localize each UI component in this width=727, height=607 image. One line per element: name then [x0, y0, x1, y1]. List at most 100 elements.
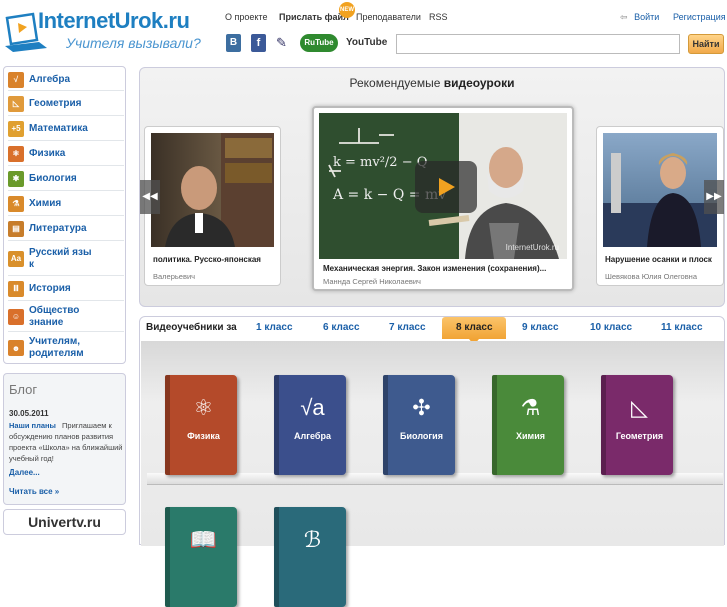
featured-title: Рекомендуемые видеоуроки: [140, 76, 724, 90]
search-input[interactable]: [396, 34, 680, 54]
sidebar-item-biology[interactable]: ✱ Биология: [8, 167, 124, 191]
book-label: Физика: [187, 431, 220, 441]
book-biology[interactable]: ✣ Биология: [383, 375, 455, 475]
video-card-title[interactable]: Нарушение осанки и плоск: [605, 255, 721, 264]
video-card-featured[interactable]: k = mv²/2 − Q A = k − Q = mv InternetUro…: [312, 106, 574, 291]
sidebar-item-label: Математика: [29, 122, 88, 134]
sidebar-item-social-studies[interactable]: ☺ Общество знание: [8, 302, 124, 332]
sqrt-icon: √a: [300, 395, 325, 420]
tab-grade-1[interactable]: 1 класс: [256, 322, 293, 333]
sidebar-item-label: Алгебра: [29, 73, 71, 85]
next-arrow-icon[interactable]: ▶▶: [704, 180, 724, 214]
sidebar-item-label: Биология: [29, 172, 77, 184]
sidebar-item-label: История: [29, 282, 71, 294]
flask-icon: ⚗: [520, 395, 541, 420]
book-algebra[interactable]: √a Алгебра: [274, 375, 346, 475]
sidebar-item-label: Физика: [29, 147, 66, 159]
book-chemistry[interactable]: ⚗ Химия: [492, 375, 564, 475]
bookshelf: ⚛ Физика √a Алгебра ✣ Биология ⚗ Химия ◺…: [141, 341, 724, 607]
blog-more-link[interactable]: Далее...: [9, 468, 40, 477]
book-literature[interactable]: 📖: [165, 507, 237, 607]
book-label: Химия: [516, 431, 545, 441]
people-icon: ☺: [8, 308, 24, 325]
featured-title-prefix: Рекомендуемые: [349, 76, 444, 90]
tab-grade-7[interactable]: 7 класс: [389, 322, 426, 333]
register-link[interactable]: Регистрация: [673, 12, 726, 22]
blog-read-all-link[interactable]: Читать все »: [9, 487, 59, 496]
sidebar-item-russian[interactable]: Aa Русский язы к: [8, 242, 124, 276]
book-russian[interactable]: ℬ: [274, 507, 346, 607]
sidebar-item-physics[interactable]: ⚛ Физика: [8, 142, 124, 166]
video-card[interactable]: политика. Русско-японская Валерьевич: [144, 126, 281, 286]
prev-arrow-icon[interactable]: ◀◀: [140, 180, 160, 214]
header: InternetUrok.ru Учителя вызывали? О прое…: [0, 0, 727, 62]
tab-grade-10[interactable]: 10 класс: [590, 322, 632, 333]
nav-about-link[interactable]: О проекте: [225, 12, 267, 22]
login-icon: ⇦: [620, 12, 628, 22]
plus-five-icon: +5: [8, 120, 24, 137]
columns-icon: Ⅲ: [8, 280, 24, 297]
atom-icon: ⚛: [193, 395, 214, 420]
sidebar-item-label: Химия: [29, 197, 62, 209]
new-badge: NEW: [339, 2, 355, 18]
sidebar-item-label: Геометрия: [29, 97, 82, 109]
sidebar-item-algebra[interactable]: √ Алгебра: [8, 69, 124, 91]
video-card-title[interactable]: политика. Русско-японская: [153, 255, 278, 264]
sidebar-item-label: Общество знание: [29, 304, 80, 328]
letters-icon: ℬ: [303, 527, 322, 552]
video-watermark: InternetUrok.ru: [505, 243, 559, 252]
livejournal-icon[interactable]: ✎: [276, 34, 292, 52]
sidebar-item-literature[interactable]: ▤ Литература: [8, 217, 124, 241]
sidebar-item-history[interactable]: Ⅲ История: [8, 277, 124, 301]
sidebar-item-geometry[interactable]: ◺ Геометрия: [8, 92, 124, 116]
teacher-icon: ☻: [8, 340, 24, 356]
triangle-icon: ◺: [8, 95, 24, 112]
login-label: Войти: [634, 12, 660, 22]
book-geometry[interactable]: ◺ Геометрия: [601, 375, 673, 475]
video-thumbnail[interactable]: [151, 133, 274, 247]
featured-videos: Рекомендуемые видеоуроки политика. Русск…: [139, 67, 725, 307]
book-icon: 📖: [189, 527, 218, 552]
sidebar-item-label: Литература: [29, 222, 87, 234]
video-card-title[interactable]: Механическая энергия. Закон изменения (с…: [323, 264, 567, 273]
blog-panel: Блог 30.05.2011 Наши планы Приглашаем к …: [3, 373, 126, 505]
play-icon[interactable]: [415, 161, 477, 213]
login-link[interactable]: ⇦ Войти: [620, 12, 659, 23]
book-label: Биология: [400, 431, 443, 441]
univertv-banner[interactable]: Univertv.ru: [3, 509, 126, 535]
sidebar-item-math[interactable]: +5 Математика: [8, 117, 124, 141]
nav-upload-link[interactable]: Прислать файл: [279, 12, 349, 22]
sidebar-item-label: Русский язы к: [29, 246, 92, 270]
book-physics[interactable]: ⚛ Физика: [165, 375, 237, 475]
video-thumbnail[interactable]: [603, 133, 717, 247]
book-label: Геометрия: [615, 431, 664, 441]
tab-grade-8[interactable]: 8 класс: [456, 322, 493, 333]
atom-icon: ⚛: [8, 145, 24, 162]
youtube-icon[interactable]: YouTube: [346, 34, 388, 52]
youtube-label: YouTube: [346, 37, 388, 48]
blog-entry: Наши планы Приглашаем к обсуждению плано…: [9, 420, 125, 464]
video-card-author: Валерьевич: [153, 272, 196, 281]
flask-icon: ⚗: [8, 195, 24, 212]
logo-subtitle: Учителя вызывали?: [66, 35, 201, 51]
grades-label: Видеоучебники за: [146, 322, 237, 333]
sidebar-item-teachers[interactable]: ☻ Учителям, родителям: [8, 333, 124, 363]
video-thumbnail[interactable]: k = mv²/2 − Q A = k − Q = mv InternetUro…: [319, 113, 567, 259]
nav-rss-link[interactable]: RSS: [429, 12, 448, 22]
blog-title: Блог: [9, 382, 38, 397]
nav-teachers-link[interactable]: Преподаватели: [356, 12, 421, 22]
facebook-icon[interactable]: f: [251, 34, 266, 52]
tab-grade-6[interactable]: 6 класс: [323, 322, 360, 333]
tab-grade-11[interactable]: 11 класс: [661, 322, 703, 333]
triangle-icon: ◺: [631, 395, 648, 420]
video-card-author: Маннда Сергей Николаевич: [323, 277, 421, 286]
logo-title[interactable]: InternetUrok.ru: [38, 8, 190, 34]
tab-grade-9[interactable]: 9 класс: [522, 322, 559, 333]
search-button[interactable]: Найти: [688, 34, 724, 54]
blog-headline-link[interactable]: Наши планы: [9, 421, 56, 430]
letters-icon: Aa: [8, 250, 24, 267]
rutube-icon[interactable]: RuTube: [300, 34, 338, 52]
sidebar-item-chemistry[interactable]: ⚗ Химия: [8, 192, 124, 216]
featured-title-bold: видеоуроки: [443, 76, 515, 90]
vk-icon[interactable]: В: [226, 34, 241, 52]
